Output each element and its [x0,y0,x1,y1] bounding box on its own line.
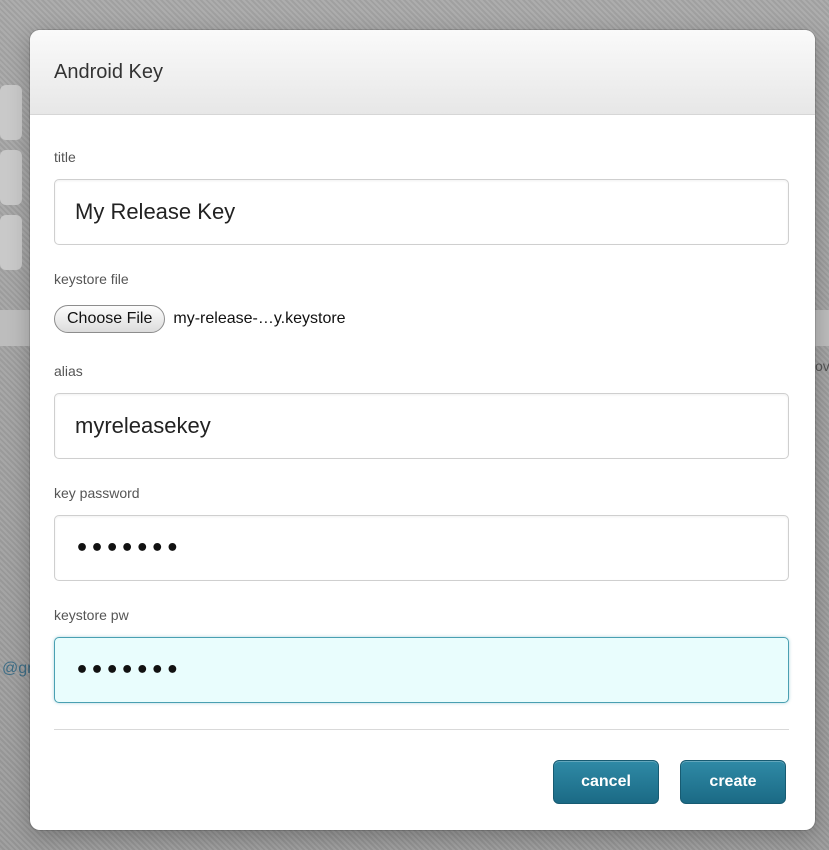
keystore-file-picker: Choose File my-release-…y.keystore [54,305,346,333]
choose-file-button[interactable]: Choose File [54,305,166,333]
android-key-dialog: Android Key title My Release Key keystor… [30,30,815,830]
keystore-file-label: keystore file [54,271,129,287]
background-link-fragment: @gr [2,660,33,677]
background-block [0,150,22,205]
keystore-pw-input[interactable]: ••••••• [54,637,789,703]
title-input-value: My Release Key [75,199,236,224]
cancel-button[interactable]: cancel [553,760,659,804]
background-text-fragment: ov [815,358,829,374]
title-label: title [54,149,76,165]
keystore-pw-label: keystore pw [54,607,129,623]
footer-divider [54,729,789,730]
keystore-pw-value: ••••••• [75,657,181,683]
key-password-value: ••••••• [75,535,181,561]
key-password-input[interactable]: ••••••• [54,515,789,581]
selected-file-name: my-release-…y.keystore [173,310,346,327]
alias-label: alias [54,363,83,379]
dialog-header: Android Key [30,30,815,115]
dialog-title: Android Key [54,60,163,83]
alias-input-value: myreleasekey [75,413,211,438]
title-input[interactable]: My Release Key [54,179,789,245]
background-block [0,85,22,140]
key-password-label: key password [54,485,140,501]
create-button[interactable]: create [680,760,786,804]
alias-input[interactable]: myreleasekey [54,393,789,459]
background-block [0,215,22,270]
